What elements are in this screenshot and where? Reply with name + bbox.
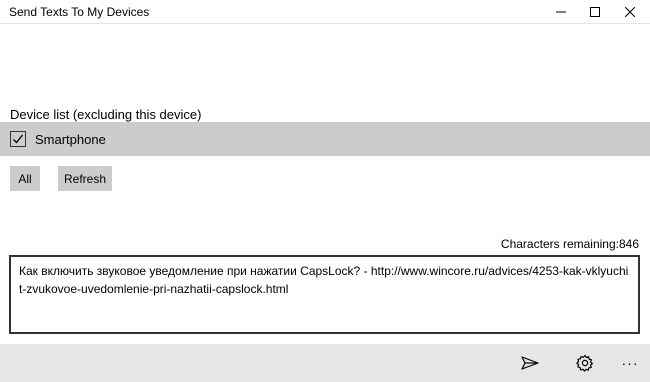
refresh-button[interactable]: Refresh xyxy=(58,166,112,191)
close-button[interactable] xyxy=(613,0,647,24)
select-all-button[interactable]: All xyxy=(10,166,40,191)
maximize-button[interactable] xyxy=(578,0,612,24)
title-bar: Send Texts To My Devices xyxy=(0,0,650,24)
send-button[interactable] xyxy=(518,352,542,374)
device-name: Smartphone xyxy=(35,132,106,147)
settings-button[interactable] xyxy=(573,352,597,374)
more-icon: ··· xyxy=(621,355,639,371)
checkmark-icon xyxy=(13,134,24,144)
characters-remaining: Characters remaining:846 xyxy=(500,237,639,251)
device-checkbox[interactable] xyxy=(10,131,26,147)
window-title: Send Texts To My Devices xyxy=(9,5,150,19)
gear-icon xyxy=(576,354,594,372)
device-list-item[interactable]: Smartphone xyxy=(0,122,650,156)
minimize-button[interactable] xyxy=(544,0,578,24)
message-textarea[interactable]: Как включить звуковое уведомление при на… xyxy=(9,255,640,334)
send-icon xyxy=(521,356,539,370)
more-button[interactable]: ··· xyxy=(618,352,642,374)
minimize-icon xyxy=(556,11,566,13)
bottom-command-bar: ··· xyxy=(0,344,650,382)
close-icon xyxy=(625,7,635,17)
device-list-label: Device list (excluding this device) xyxy=(10,107,202,122)
maximize-icon xyxy=(590,7,600,17)
